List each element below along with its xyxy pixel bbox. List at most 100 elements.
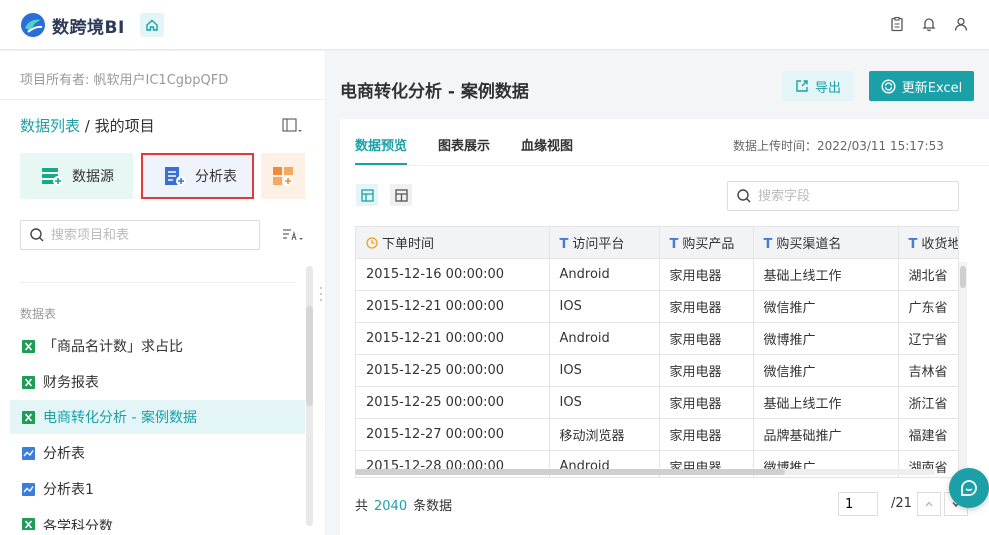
table-cell: 移动浏览器 xyxy=(549,418,660,451)
app-logo[interactable]: 数跨境BI xyxy=(20,12,125,38)
project-search-input[interactable] xyxy=(51,227,251,243)
text-type-icon: T xyxy=(908,236,918,252)
upload-time: 数据上传时间：2022/03/11 15:17:53 xyxy=(733,139,944,153)
table-cell: 家用电器 xyxy=(659,386,754,419)
analysis-table-label: 分析表 xyxy=(195,169,237,185)
table-row: 2015-12-21 00:00:00 Android 家用电器 微博推广 辽宁省 xyxy=(356,322,958,355)
prev-page-button[interactable] xyxy=(917,492,941,516)
table-cell: 2015-12-25 00:00:00 xyxy=(356,386,550,419)
table-vertical-scrollbar[interactable] xyxy=(959,262,967,478)
column-header[interactable]: T 购买渠道名 xyxy=(753,227,899,259)
sidebar-item-label: 财务报表 xyxy=(43,375,99,391)
export-label: 导出 xyxy=(814,80,841,96)
table-cell: 微信推广 xyxy=(753,290,899,323)
tab-data-preview[interactable]: 数据预览 xyxy=(355,135,408,165)
table-cell: 基础上线工作 xyxy=(753,258,899,291)
table-cell: 家用电器 xyxy=(659,418,754,451)
breadcrumb-separator: / xyxy=(80,117,95,135)
bell-icon[interactable] xyxy=(921,16,937,32)
table-cell: 福建省 xyxy=(898,418,958,451)
table-row: 2015-12-16 00:00:00 Android 家用电器 基础上线工作 湖北省 xyxy=(356,258,958,291)
table-v-scroll-thumb[interactable] xyxy=(960,266,966,288)
home-icon xyxy=(146,19,158,31)
clipboard-icon[interactable] xyxy=(889,16,905,32)
update-excel-button[interactable]: 更新Excel xyxy=(869,71,974,101)
column-header[interactable]: T 访问平台 xyxy=(549,227,660,259)
update-excel-label: 更新Excel xyxy=(901,80,963,96)
sidebar-item-analysis[interactable]: 分析表 xyxy=(10,436,305,470)
table-cell: 2015-12-27 00:00:00 xyxy=(356,418,550,451)
home-button[interactable] xyxy=(140,13,164,37)
sidebar-scrollbar[interactable] xyxy=(306,266,313,526)
grid-view-button[interactable] xyxy=(356,184,378,206)
sidebar-item-label: 各学科分数 xyxy=(43,519,113,530)
project-search[interactable] xyxy=(20,220,260,250)
column-header-label: 购买产品 xyxy=(682,236,735,252)
table-cell: 辽宁省 xyxy=(898,322,958,355)
data-table: 下单时间 T 访问平台 T 购买产品 T 购买渠道名 T 收货地 2015-12-16 … xyxy=(355,226,959,478)
datasource-label: 数据源 xyxy=(72,169,114,185)
tab-chart-view[interactable]: 图表展示 xyxy=(438,135,490,165)
excel-icon xyxy=(22,375,35,389)
table-cell: 微博推广 xyxy=(753,322,899,355)
breadcrumb-data-list[interactable]: 数据列表 xyxy=(20,117,80,135)
user-icon[interactable] xyxy=(953,16,969,32)
field-search[interactable] xyxy=(727,181,959,211)
chat-support-button[interactable] xyxy=(949,468,989,508)
column-header[interactable]: T 购买产品 xyxy=(659,227,754,259)
table-cell: 2015-12-21 00:00:00 xyxy=(356,290,550,323)
refresh-icon xyxy=(881,78,896,94)
brand-name: 数跨境BI xyxy=(52,17,125,38)
export-icon xyxy=(796,80,808,92)
search-icon xyxy=(30,228,44,242)
datasource-button[interactable]: 数据源 xyxy=(20,153,133,199)
analysis-icon xyxy=(22,482,35,496)
project-owner: 项目所有者: 帆软用户IC1CgbpQFD xyxy=(20,73,229,88)
table-h-scroll-thumb[interactable] xyxy=(355,469,785,475)
column-header[interactable]: 下单时间 xyxy=(356,227,550,259)
table-cell: 品牌基础推广 xyxy=(753,418,899,451)
analysis-table-button[interactable]: 分析表 xyxy=(141,153,254,199)
text-type-icon: T xyxy=(559,236,569,252)
more-add-icon xyxy=(273,167,293,186)
more-add-button[interactable] xyxy=(261,153,305,199)
layout-toggle-icon[interactable] xyxy=(282,118,302,134)
table-horizontal-scrollbar[interactable] xyxy=(355,469,935,475)
breadcrumb-current: 我的项目 xyxy=(94,117,155,135)
page-total: /21 xyxy=(891,496,912,511)
sidebar-item-scores[interactable]: 各学科分数 xyxy=(10,508,305,530)
sidebar-item-analysis-1[interactable]: 分析表1 xyxy=(10,472,305,506)
search-icon xyxy=(737,189,751,203)
sidebar-item-share[interactable]: 「商品名计数」求占比 xyxy=(10,329,305,363)
resize-handle[interactable] xyxy=(319,285,323,303)
column-header[interactable]: T 收货地 xyxy=(898,227,958,259)
divider xyxy=(0,99,325,100)
text-type-icon: T xyxy=(669,236,679,252)
datasource-icon xyxy=(42,168,63,186)
sidebar-item-ecommerce[interactable]: 电商转化分析 - 案例数据 xyxy=(10,400,305,434)
column-header-label: 下单时间 xyxy=(382,236,435,252)
table-cell: 浙江省 xyxy=(898,386,958,419)
export-button[interactable]: 导出 xyxy=(782,71,854,101)
sidebar-scroll-thumb[interactable] xyxy=(306,306,313,406)
page-number-input[interactable] xyxy=(838,492,878,516)
table-row: 2015-12-21 00:00:00 IOS 家用电器 微信推广 广东省 xyxy=(356,290,958,323)
table-cell: 2015-12-16 00:00:00 xyxy=(356,258,550,291)
analysis-icon xyxy=(22,446,35,460)
table-cell: Android xyxy=(549,258,660,291)
column-header-label: 购买渠道名 xyxy=(776,236,842,252)
field-search-input[interactable] xyxy=(758,188,948,204)
excel-icon xyxy=(22,518,35,530)
table-cell: Android xyxy=(549,322,660,355)
divider xyxy=(20,282,296,283)
sidebar-item-finance[interactable]: 财务报表 xyxy=(10,365,305,399)
record-count: 共 2040 条数据 xyxy=(355,495,452,514)
chevron-up-icon xyxy=(925,501,933,507)
tab-lineage-view[interactable]: 血缘视图 xyxy=(521,135,573,165)
sort-icon[interactable] xyxy=(282,228,304,242)
chat-icon xyxy=(961,480,977,496)
record-count-suffix: 条数据 xyxy=(413,499,453,514)
text-type-icon: T xyxy=(763,236,773,252)
table-view-button[interactable] xyxy=(390,184,412,206)
grid-icon xyxy=(360,188,374,202)
